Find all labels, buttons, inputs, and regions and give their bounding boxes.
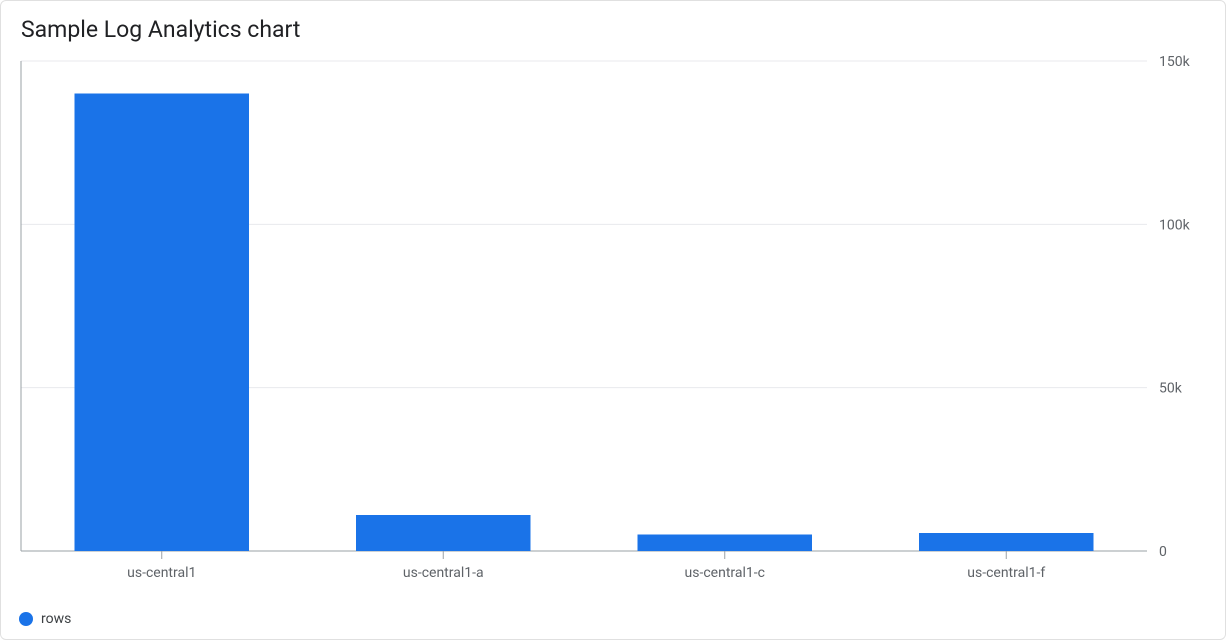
chart-card: Sample Log Analytics chart 0 50k 100k 150k u… <box>0 0 1226 640</box>
legend-label: rows <box>41 611 71 627</box>
y-axis-tick-label: 100k <box>1159 217 1191 233</box>
bar[interactable] <box>74 94 249 551</box>
x-axis-tick-label: us-central1-c <box>685 565 765 581</box>
y-axis-tick-label: 150k <box>1159 54 1191 70</box>
chart-title: Sample Log Analytics chart <box>1 1 1225 51</box>
x-axis-tick-label: us-central1 <box>127 565 196 581</box>
chart-area: 0 50k 100k 150k us-central1 us-central1-a us-c… <box>1 51 1225 605</box>
y-axis-tick-label: 50k <box>1159 381 1183 397</box>
x-axis-tick-label: us-central1-f <box>967 565 1045 581</box>
x-axis-tick-label: us-central1-a <box>403 565 484 581</box>
bar[interactable] <box>356 515 531 551</box>
chart-legend: rows <box>1 605 1225 639</box>
bar[interactable] <box>919 533 1094 551</box>
bar-chart-svg: 0 50k 100k 150k us-central1 us-central1-a us-c… <box>1 51 1226 591</box>
y-axis-tick-label: 0 <box>1159 544 1167 560</box>
bar[interactable] <box>637 535 812 551</box>
legend-color-dot <box>19 612 33 626</box>
